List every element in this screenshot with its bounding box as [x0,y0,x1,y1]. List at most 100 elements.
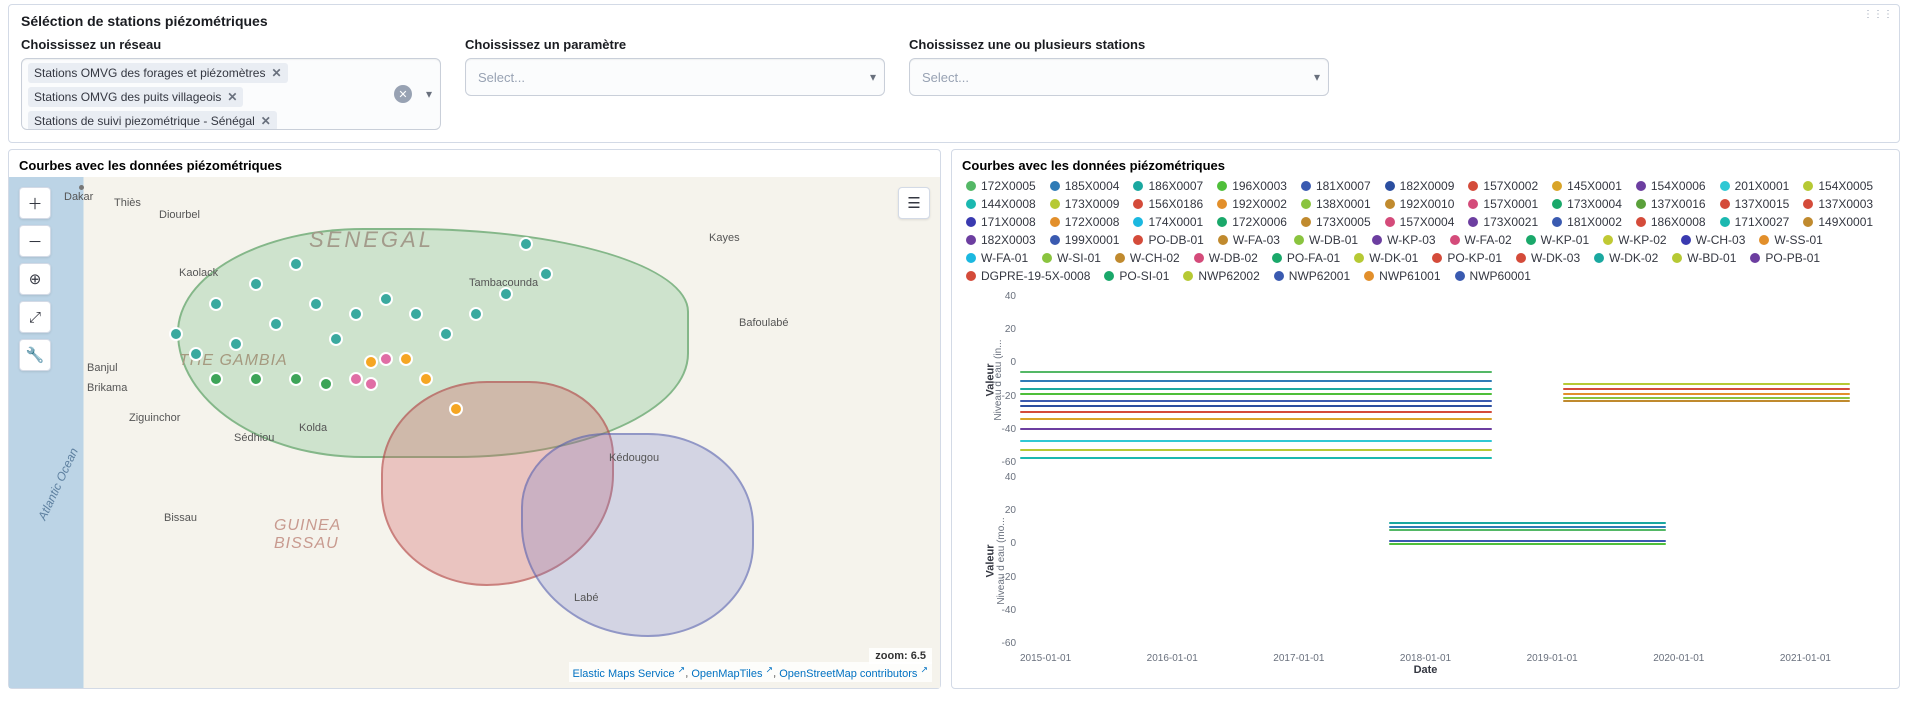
token-remove-icon[interactable]: ✕ [261,114,271,128]
legend-item[interactable]: 182X0003 [966,233,1036,247]
legend-item[interactable]: 182X0009 [1385,179,1455,193]
legend-item[interactable]: PO-PB-01 [1750,251,1820,265]
legend-item[interactable]: 201X0001 [1720,179,1790,193]
legend-item[interactable]: W-SS-01 [1759,233,1822,247]
legend-dot [1636,217,1646,227]
legend-item[interactable]: 138X0001 [1301,197,1371,211]
attribution-link-osm[interactable]: OpenStreetMap contributors ↗ [779,668,928,680]
legend-item[interactable]: W-DK-03 [1516,251,1580,265]
legend-item[interactable]: PO-DB-01 [1133,233,1203,247]
plot-area-bottom[interactable] [1020,474,1881,647]
legend-item[interactable]: 172X0006 [1217,215,1287,229]
legend-item[interactable]: PO-FA-01 [1272,251,1340,265]
legend-item[interactable]: 174X0001 [1133,215,1203,229]
stations-combobox[interactable]: Select... ▾ [909,58,1329,96]
legend-item[interactable]: 157X0002 [1468,179,1538,193]
chevron-down-icon[interactable]: ▾ [426,87,432,101]
legend-item[interactable]: 157X0004 [1385,215,1455,229]
legend-item[interactable]: 156X0186 [1133,197,1203,211]
legend-item[interactable]: NWP60001 [1455,269,1531,283]
legend-label: 173X0021 [1483,215,1538,229]
legend-dot [1217,199,1227,209]
legend-item[interactable]: 173X0021 [1468,215,1538,229]
legend-label: W-FA-03 [1233,233,1280,247]
legend-item[interactable]: W-CH-03 [1681,233,1746,247]
plot-area-top[interactable] [1020,293,1881,466]
legend-item[interactable]: 181X0002 [1552,215,1622,229]
legend-item[interactable]: 144X0008 [966,197,1036,211]
map-zoom-out-button[interactable]: － [19,225,51,257]
chevron-down-icon[interactable]: ▾ [1314,70,1320,84]
legend-item[interactable]: 157X0001 [1468,197,1538,211]
legend-item[interactable]: W-DB-01 [1294,233,1358,247]
legend-item[interactable]: W-FA-02 [1450,233,1512,247]
legend-dot [1274,271,1284,281]
map-layers-toggle[interactable]: ☰ [898,187,930,219]
legend-item[interactable]: W-KP-01 [1526,233,1589,247]
legend-item[interactable]: 172X0008 [1050,215,1120,229]
legend-item[interactable]: 192X0002 [1217,197,1287,211]
legend-dot [1104,271,1114,281]
legend-item[interactable]: W-FA-01 [966,251,1028,265]
legend-item[interactable]: 181X0007 [1301,179,1371,193]
legend-item[interactable]: 171X0027 [1720,215,1790,229]
legend-label: 157X0002 [1483,179,1538,193]
token-remove-icon[interactable]: ✕ [227,90,237,104]
legend-item[interactable]: NWP62001 [1274,269,1350,283]
legend-label: 137X0016 [1651,197,1706,211]
legend-item[interactable]: 145X0001 [1552,179,1622,193]
legend-item[interactable]: 173X0004 [1552,197,1622,211]
reseau-combobox[interactable]: Stations OMVG des forages et piézomètres… [21,58,441,130]
legend-dot [1468,181,1478,191]
legend-item[interactable]: 154X0005 [1803,179,1873,193]
legend-item[interactable]: DGPRE-19-5X-0008 [966,269,1090,283]
legend-item[interactable]: 185X0004 [1050,179,1120,193]
legend-item[interactable]: 196X0003 [1217,179,1287,193]
legend-item[interactable]: 137X0003 [1803,197,1873,211]
legend-label: NWP61001 [1379,269,1440,283]
legend-item[interactable]: W-DK-02 [1594,251,1658,265]
legend-item[interactable]: 137X0016 [1636,197,1706,211]
legend-item[interactable]: 171X0008 [966,215,1036,229]
legend-item[interactable]: W-FA-03 [1218,233,1280,247]
legend-item[interactable]: 137X0015 [1720,197,1790,211]
map-zoom-in-button[interactable]: ＋ [19,187,51,219]
legend-dot [1050,181,1060,191]
legend-item[interactable]: 173X0009 [1050,197,1120,211]
attribution-link-omt[interactable]: OpenMapTiles ↗ [691,668,773,680]
clear-all-icon[interactable]: ✕ [394,85,412,103]
map-locate-button[interactable]: ⊕ [19,263,51,295]
legend-item[interactable]: W-KP-02 [1603,233,1666,247]
map-viewport[interactable]: Atlantic Ocean SENEGAL THE GAMBIA GUINEA… [9,177,940,688]
legend-dot [1603,235,1613,245]
legend-item[interactable]: 186X0008 [1636,215,1706,229]
legend-item[interactable]: 186X0007 [1133,179,1203,193]
legend-item[interactable]: 154X0006 [1636,179,1706,193]
legend-item[interactable]: W-CH-02 [1115,251,1180,265]
legend-item[interactable]: 172X0005 [966,179,1036,193]
panel-drag-handle[interactable]: ⋮⋮⋮ [1863,9,1893,20]
chevron-down-icon[interactable]: ▾ [870,70,876,84]
map-fullscreen-button[interactable]: ⤢ [19,301,51,333]
parametre-combobox[interactable]: Select... ▾ [465,58,885,96]
legend-item[interactable]: 192X0010 [1385,197,1455,211]
legend-item[interactable]: W-DK-01 [1354,251,1418,265]
legend-item[interactable]: 149X0001 [1803,215,1873,229]
map-tools-button[interactable]: 🔧 [19,339,51,371]
legend-item[interactable]: NWP62002 [1183,269,1259,283]
legend-dot [1468,199,1478,209]
attribution-link-ems[interactable]: Elastic Maps Service ↗ [573,668,686,680]
legend-item[interactable]: 173X0005 [1301,215,1371,229]
legend-item[interactable]: W-KP-03 [1372,233,1435,247]
legend-item[interactable]: W-BD-01 [1672,251,1736,265]
legend-item[interactable]: W-DB-02 [1194,251,1258,265]
legend-item[interactable]: NWP61001 [1364,269,1440,283]
token-remove-icon[interactable]: ✕ [271,66,281,80]
legend-item[interactable]: W-SI-01 [1042,251,1101,265]
legend-item[interactable]: PO-KP-01 [1432,251,1502,265]
stations-label: Choississez une ou plusieurs stations [909,37,1329,52]
legend-item[interactable]: PO-SI-01 [1104,269,1169,283]
chart-title: Courbes avec les données piézométriques [960,158,1891,177]
legend-dot [1455,271,1465,281]
legend-item[interactable]: 199X0001 [1050,233,1120,247]
